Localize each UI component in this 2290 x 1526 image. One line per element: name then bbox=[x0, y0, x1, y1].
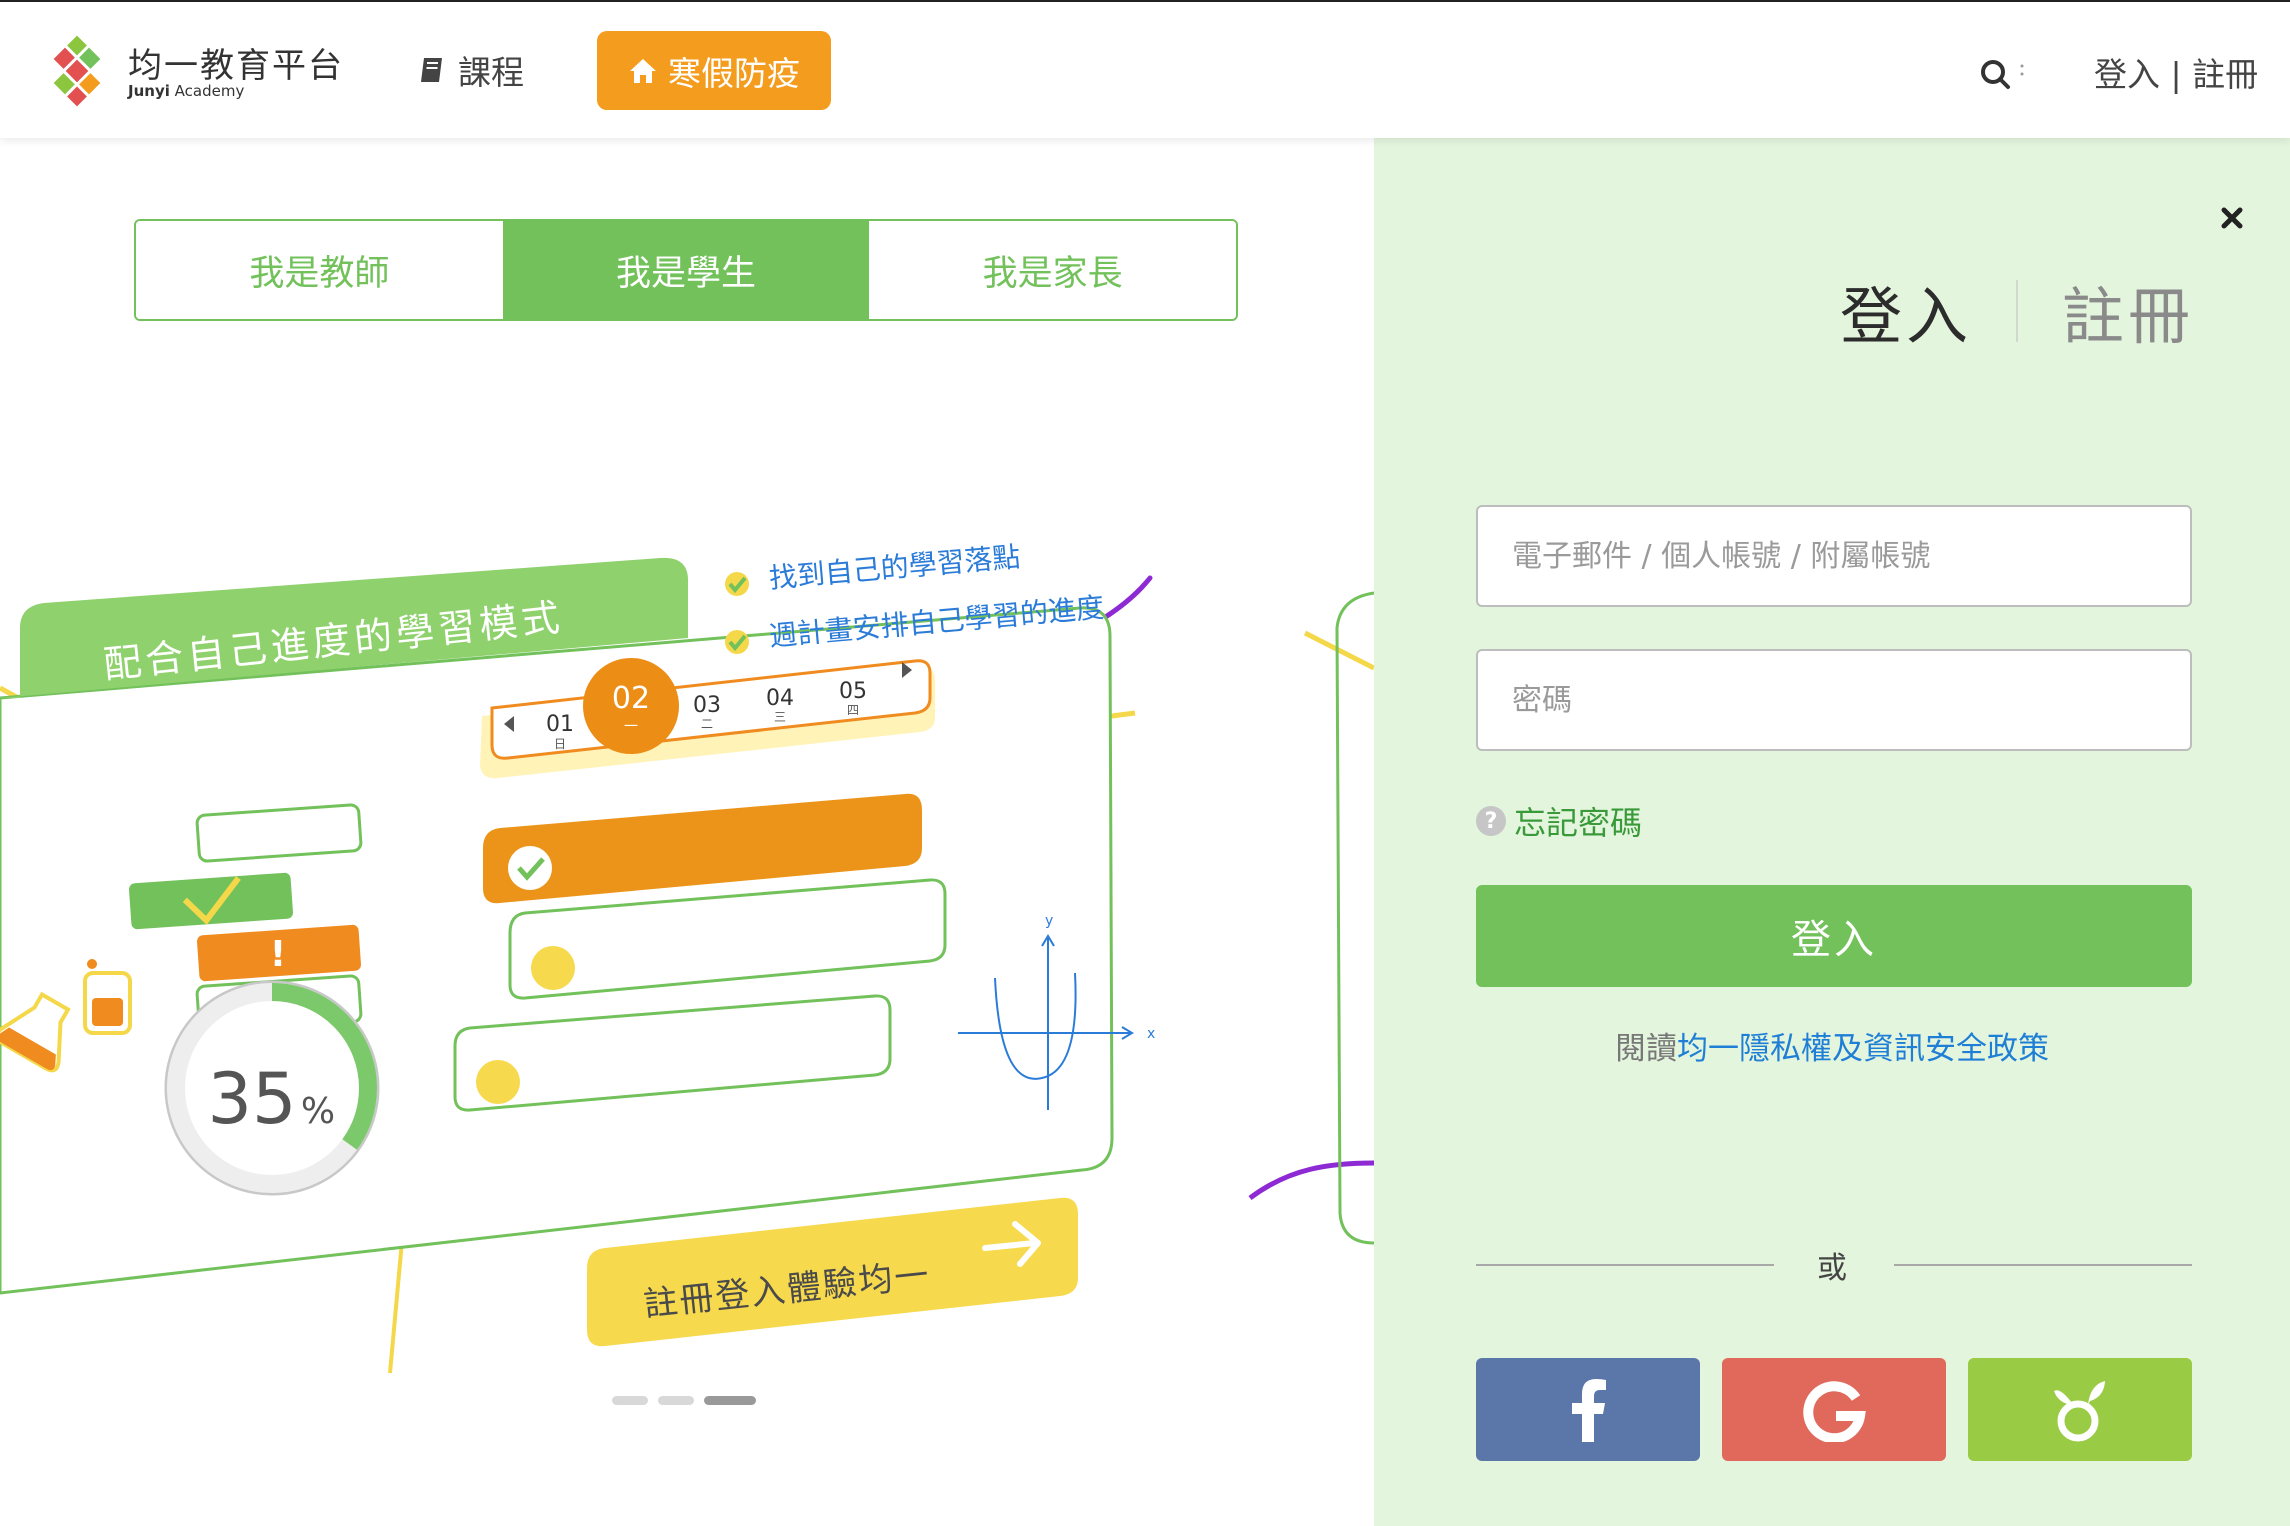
google-login-button[interactable] bbox=[1722, 1358, 1946, 1461]
axis-x-label: x bbox=[1147, 1026, 1155, 1042]
panel-tab-divider bbox=[2016, 280, 2019, 342]
tab-teacher[interactable]: 我是教師 bbox=[136, 221, 503, 319]
student-illustration: 配合自己進度的學習模式 找到自己的學習落點 週計畫安排自己學習的進度 ! 35 … bbox=[0, 540, 1374, 1374]
day-05-num: 05 bbox=[839, 679, 867, 704]
day-05-sub: 四 bbox=[847, 703, 859, 717]
login-panel: 登入 註冊 ? 忘記密碼 登入 閱讀均一隱私權及資訊安全政策 或 bbox=[1374, 138, 2290, 1526]
header-auth: 登入 | 註冊 bbox=[2094, 48, 2258, 96]
junyi-login-button[interactable] bbox=[1968, 1358, 2192, 1461]
logo-name: 均一教育平台 bbox=[128, 46, 344, 86]
forgot-password-label: 忘記密碼 bbox=[1514, 804, 1643, 842]
nav-courses-link[interactable]: 課程 bbox=[418, 44, 524, 96]
day-01-num: 01 bbox=[546, 712, 574, 737]
tab-login[interactable]: 登入 bbox=[1840, 266, 1972, 356]
bullet-1-text: 找到自己的學習落點 bbox=[768, 540, 1022, 595]
nav-courses-label: 課程 bbox=[458, 53, 524, 92]
panel-tabs: 登入 註冊 bbox=[1840, 266, 2194, 356]
carousel-dot[interactable] bbox=[612, 1396, 648, 1405]
day-03-num: 03 bbox=[693, 693, 721, 718]
privacy-policy-link[interactable]: 均一隱私權及資訊安全政策 bbox=[1677, 1031, 2049, 1067]
progress-value: 35 bbox=[207, 1058, 296, 1140]
tab-register[interactable]: 註冊 bbox=[2062, 266, 2194, 356]
tab-student[interactable]: 我是學生 bbox=[502, 221, 870, 319]
nav-winter-label: 寒假防疫 bbox=[668, 53, 800, 93]
facebook-login-button[interactable] bbox=[1476, 1358, 1700, 1461]
search-icon bbox=[1981, 60, 2024, 89]
day-01-sub: 日 bbox=[554, 737, 566, 751]
role-tabs: 我是教師 我是學生 我是家長 bbox=[134, 219, 1238, 321]
privacy-notice: 閱讀均一隱私權及資訊安全政策 bbox=[1374, 1023, 2290, 1068]
carousel-dot-active[interactable] bbox=[704, 1396, 756, 1405]
axis-y-label: y bbox=[1045, 913, 1053, 929]
nav-winter-button[interactable]: 寒假防疫 bbox=[597, 31, 831, 110]
page: 均一教育平台 Junyi Academy 課程 寒假防疫 登入 | 註冊 我是教… bbox=[0, 0, 2290, 1526]
search-button[interactable] bbox=[1978, 54, 2028, 94]
junyi-logo[interactable]: 均一教育平台 Junyi Academy bbox=[38, 32, 342, 107]
logo-sub-bold: Junyi bbox=[128, 82, 170, 100]
header-register-link[interactable]: 註冊 bbox=[2192, 55, 2258, 94]
progress-unit: % bbox=[301, 1091, 335, 1132]
cta-register-button[interactable]: 註冊登入體驗均一 bbox=[587, 1197, 1078, 1347]
close-icon bbox=[2221, 207, 2243, 229]
google-icon bbox=[1803, 1380, 1866, 1442]
day-02-num: 02 bbox=[612, 681, 650, 716]
header-login-link[interactable]: 登入 bbox=[2094, 55, 2160, 94]
svg-text:!: ! bbox=[270, 934, 286, 975]
close-button[interactable] bbox=[2212, 198, 2252, 238]
bullet-1: 找到自己的學習落點 bbox=[725, 540, 1022, 596]
tab-parent[interactable]: 我是家長 bbox=[869, 221, 1236, 319]
day-02-sub: 一 bbox=[624, 719, 638, 735]
logo-subtitle: Junyi Academy bbox=[128, 82, 244, 100]
top-header: 均一教育平台 Junyi Academy 課程 寒假防疫 登入 | 註冊 bbox=[0, 0, 2290, 138]
home-icon bbox=[630, 58, 656, 83]
book-icon bbox=[421, 58, 442, 82]
junyi-sprout-icon bbox=[2054, 1380, 2105, 1441]
carousel-dot[interactable] bbox=[658, 1396, 694, 1405]
day-04-num: 04 bbox=[766, 686, 794, 711]
or-divider-right bbox=[1894, 1264, 2192, 1266]
privacy-prefix: 閱讀 bbox=[1615, 1031, 1677, 1067]
day-04-sub: 三 bbox=[774, 710, 786, 724]
logo-sub-text: Academy bbox=[174, 82, 245, 100]
email-field[interactable] bbox=[1476, 505, 2192, 607]
facebook-icon bbox=[1572, 1378, 1606, 1442]
password-field[interactable] bbox=[1476, 649, 2192, 751]
intro-area: 我是教師 我是學生 我是家長 配合自己進度的學習模式 找到自己的學習落點 週計畫… bbox=[0, 138, 1374, 1526]
carousel-dots bbox=[612, 1396, 756, 1405]
question-icon: ? bbox=[1476, 806, 1506, 836]
forgot-password-link[interactable]: ? 忘記密碼 bbox=[1476, 798, 1642, 844]
day-03-sub: 二 bbox=[701, 717, 713, 731]
junyi-logo-icon bbox=[53, 35, 101, 107]
login-button[interactable]: 登入 bbox=[1476, 885, 2192, 987]
header-auth-separator: | bbox=[2170, 55, 2182, 94]
